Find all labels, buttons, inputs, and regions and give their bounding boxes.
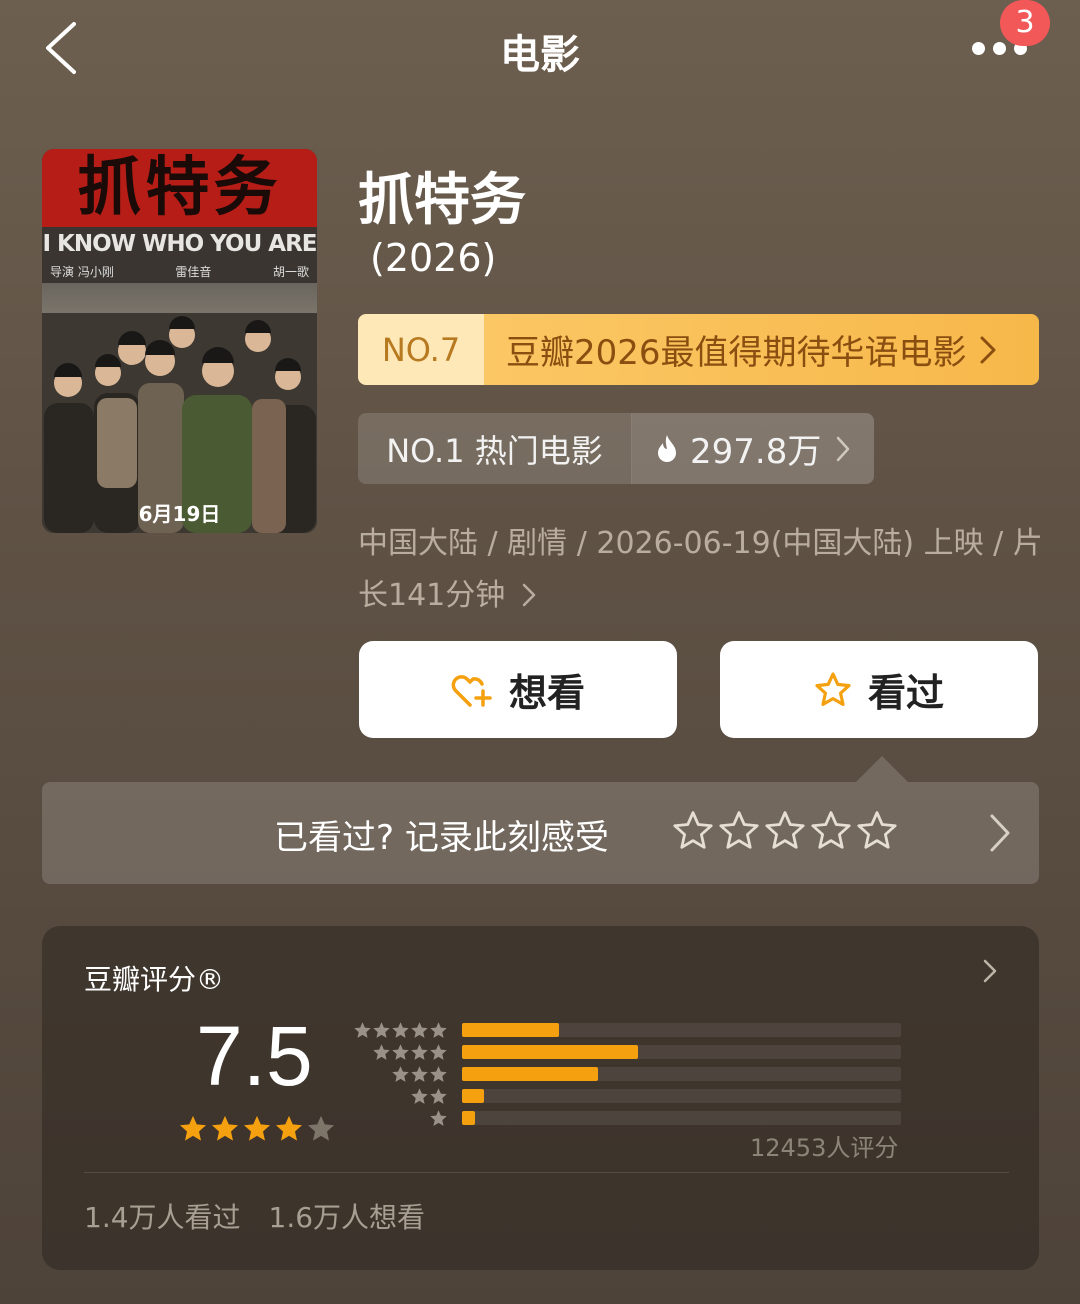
rating-distribution-row: [352, 1020, 901, 1040]
distribution-stars: [352, 1109, 448, 1128]
small-star-icon: [430, 1021, 447, 1038]
star-filled-icon: [212, 1115, 238, 1141]
rating-distribution-row: [352, 1042, 901, 1062]
chevron-right-icon: [980, 336, 996, 363]
movie-poster[interactable]: 抓特务 I KNOW WHO YOU ARE 导演 冯小刚 雷佳音 胡一歌 6月…: [42, 149, 317, 533]
star-outline-icon: [815, 671, 851, 706]
small-star-icon: [430, 1043, 447, 1060]
chevron-right-icon: [837, 436, 850, 461]
star-outline-icon[interactable]: [672, 810, 714, 852]
poster-director: 导演 冯小刚: [50, 265, 114, 279]
watched-button[interactable]: 看过: [720, 641, 1038, 738]
star-filled-icon: [180, 1115, 206, 1141]
small-star-icon: [373, 1043, 390, 1060]
top-nav-bar: 电影 3: [0, 0, 1080, 100]
hot-movie-banner[interactable]: NO.1 热门电影 297.8万: [358, 413, 874, 484]
movie-title: 抓特务: [358, 168, 526, 233]
flame-icon: [658, 434, 676, 462]
distribution-bar-track: [462, 1111, 901, 1125]
distribution-bar-fill: [462, 1045, 638, 1059]
distribution-stars: [352, 1065, 448, 1084]
small-star-icon: [392, 1043, 409, 1060]
poster-cast-1: 雷佳音: [175, 265, 212, 279]
rating-label: 豆瓣评分®: [84, 963, 225, 996]
small-star-icon: [392, 1065, 409, 1082]
small-star-icon: [411, 1021, 428, 1038]
movie-meta-text: 中国大陆 / 剧情 / 2026-06-19(中国大陆) 上映 / 片长141分…: [358, 526, 1043, 613]
star-outline-icon[interactable]: [810, 810, 852, 852]
distribution-bar-fill: [462, 1111, 476, 1125]
star-empty-icon: [308, 1115, 334, 1141]
page-title: 电影: [500, 32, 580, 78]
small-star-icon: [411, 1087, 428, 1104]
hot-count: 297.8万: [632, 413, 874, 484]
small-star-icon: [430, 1065, 447, 1082]
ranking-list-banner[interactable]: NO.7 豆瓣2026最值得期待华语电影: [358, 314, 1039, 385]
small-star-icon: [411, 1043, 428, 1060]
distribution-bar-track: [462, 1045, 901, 1059]
chevron-right-icon: [522, 583, 536, 607]
watched-label: 看过: [867, 671, 944, 715]
rate-stars[interactable]: [672, 810, 898, 852]
poster-cast-2: 胡一歌: [272, 265, 309, 279]
watch-stats: 1.4万人看过 1.6万人想看: [84, 1196, 425, 1236]
distribution-bar-fill: [462, 1067, 599, 1081]
more-dots-icon: [972, 42, 985, 55]
notification-badge: 3: [1000, 0, 1050, 46]
distribution-stars: [352, 1043, 448, 1062]
rating-distribution-row: [352, 1064, 901, 1084]
poster-release-date: 6月19日: [138, 502, 221, 526]
distribution-bar-fill: [462, 1023, 559, 1037]
distribution-bar-track: [462, 1023, 901, 1037]
star-outline-icon[interactable]: [856, 810, 898, 852]
hot-count-value: 297.8万: [690, 432, 822, 472]
small-star-icon: [430, 1109, 447, 1126]
want-to-watch-button[interactable]: 想看: [359, 641, 677, 738]
small-star-icon: [411, 1065, 428, 1082]
heart-plus-icon: [451, 674, 492, 707]
more-dot: [993, 42, 1006, 55]
rating-stars: [178, 1114, 336, 1144]
hot-rank-label: NO.1 热门电影: [358, 413, 632, 484]
distribution-bar-track: [462, 1089, 901, 1103]
divider: [84, 1172, 1009, 1173]
movie-year: (2026): [370, 236, 497, 280]
movie-meta-info[interactable]: 中国大陆 / 剧情 / 2026-06-19(中国大陆) 上映 / 片长141分…: [358, 518, 1048, 622]
rating-distribution-row: [352, 1108, 901, 1128]
distribution-stars: [352, 1087, 448, 1106]
distribution-bar-track: [462, 1067, 901, 1081]
ranking-list-title: 豆瓣2026最值得期待华语电影: [484, 314, 1039, 385]
rating-score: 7.5: [196, 1009, 313, 1103]
distribution-bar-fill: [462, 1089, 484, 1103]
small-star-icon: [430, 1087, 447, 1104]
small-star-icon: [373, 1021, 390, 1038]
rating-vote-count: 12453人评分: [750, 1134, 899, 1162]
star-filled-icon: [276, 1115, 302, 1141]
want-count[interactable]: 1.6万人想看: [269, 1196, 426, 1236]
ranking-list-label: 豆瓣2026最值得期待华语电影: [506, 333, 967, 373]
ranking-number: NO.7: [358, 314, 484, 385]
douban-rating-card[interactable]: 豆瓣评分® 7.5 12453人评分 1.4万人看过 1.6万人想看: [42, 926, 1039, 1270]
small-star-icon: [392, 1021, 409, 1038]
poster-credits: 导演 冯小刚 雷佳音 胡一歌: [50, 263, 309, 280]
star-filled-icon: [244, 1115, 270, 1141]
star-outline-icon[interactable]: [764, 810, 806, 852]
watched-count[interactable]: 1.4万人看过: [84, 1196, 241, 1236]
poster-english-title: I KNOW WHO YOU ARE: [42, 231, 317, 257]
want-to-watch-label: 想看: [508, 671, 585, 715]
rating-distribution-row: [352, 1086, 901, 1106]
record-feeling-bar[interactable]: 已看过? 记录此刻感受: [42, 782, 1039, 884]
record-bar-pointer: [856, 756, 908, 782]
star-outline-icon[interactable]: [718, 810, 760, 852]
distribution-stars: [352, 1021, 448, 1040]
chevron-right-icon: [983, 959, 997, 983]
small-star-icon: [354, 1021, 371, 1038]
poster-title-text: 抓特务: [42, 149, 317, 227]
record-feeling-text: 已看过? 记录此刻感受: [274, 818, 609, 858]
chevron-right-icon: [990, 814, 1010, 852]
